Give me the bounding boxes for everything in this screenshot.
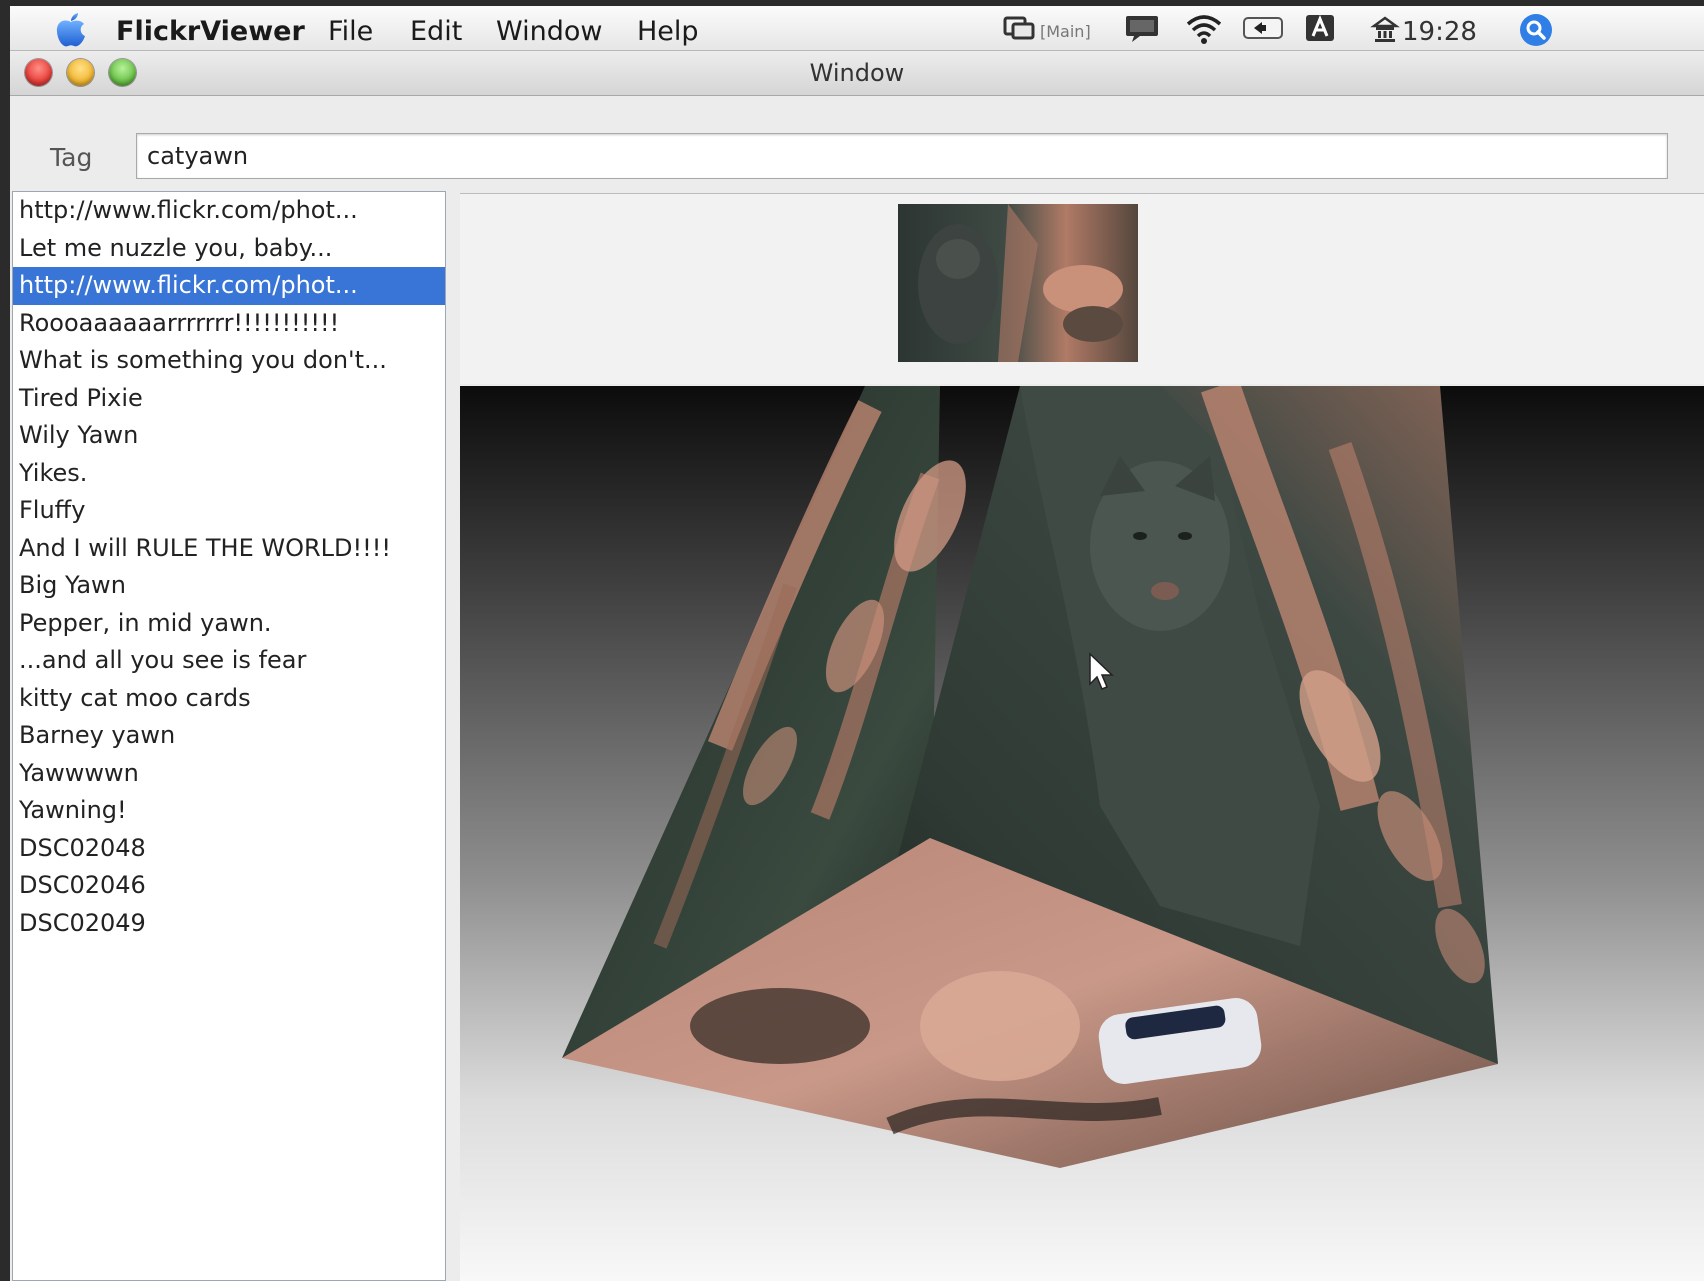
list-item[interactable]: Roooaaaaaarrrrrrr!!!!!!!!!!!	[13, 305, 445, 343]
title-bar[interactable]: Window	[10, 51, 1704, 96]
list-item[interactable]: And I will RULE THE WORLD!!!!	[13, 530, 445, 568]
cube-view[interactable]	[460, 386, 1704, 1281]
list-item[interactable]: http://www.flickr.com/phot...	[13, 192, 445, 230]
list-item[interactable]: Yawwwwn	[13, 755, 445, 793]
list-item[interactable]: Barney yawn	[13, 717, 445, 755]
list-item[interactable]: ...and all you see is fear	[13, 642, 445, 680]
wifi-icon[interactable]	[1184, 12, 1224, 46]
photo-cube[interactable]	[460, 386, 1704, 1281]
menu-bar: FlickrViewer File Edit Window Help [Main…	[10, 6, 1704, 51]
list-item[interactable]: Fluffy	[13, 492, 445, 530]
chat-icon[interactable]	[1122, 12, 1162, 44]
volume-icon[interactable]	[1242, 12, 1284, 44]
list-item[interactable]: DSC02046	[13, 867, 445, 905]
menu-window[interactable]: Window	[496, 16, 602, 47]
list-item[interactable]: DSC02048	[13, 830, 445, 868]
main-window: Window Tag http://www.flickr.com/phot...…	[10, 51, 1704, 1281]
apple-icon[interactable]	[54, 12, 88, 48]
menubar-clock[interactable]: 19:28	[1402, 17, 1477, 47]
thumbnail-image[interactable]	[898, 204, 1138, 362]
menu-file[interactable]: File	[328, 16, 373, 47]
list-item[interactable]: Tired Pixie	[13, 380, 445, 418]
tag-label: Tag	[50, 143, 93, 172]
list-item[interactable]: Big Yawn	[13, 567, 445, 605]
menu-edit[interactable]: Edit	[410, 16, 462, 47]
list-item[interactable]: DSC02049	[13, 905, 445, 943]
tag-input[interactable]	[136, 133, 1668, 179]
display-icon[interactable]	[1002, 12, 1038, 44]
window-title: Window	[809, 59, 905, 87]
menu-help[interactable]: Help	[637, 16, 699, 47]
list-item[interactable]: Pepper, in mid yawn.	[13, 605, 445, 643]
photo-list[interactable]: http://www.flickr.com/phot... Let me nuzz…	[12, 191, 446, 1281]
display-label: [Main]	[1040, 22, 1091, 41]
list-item[interactable]: What is something you don't...	[13, 342, 445, 380]
list-item[interactable]: Let me nuzzle you, baby...	[13, 230, 445, 268]
input-menu-icon[interactable]	[1304, 12, 1336, 44]
list-item[interactable]: http://www.flickr.com/phot...	[13, 267, 445, 305]
list-item[interactable]: kitty cat moo cards	[13, 680, 445, 718]
list-item[interactable]: Yikes.	[13, 455, 445, 493]
app-menu[interactable]: FlickrViewer	[116, 16, 305, 47]
thumbnail-panel	[460, 193, 1704, 384]
list-item[interactable]: Wily Yawn	[13, 417, 445, 455]
spotlight-icon[interactable]	[1518, 12, 1554, 48]
lock-icon[interactable]	[1370, 12, 1400, 44]
list-item[interactable]: Yawning!	[13, 792, 445, 830]
